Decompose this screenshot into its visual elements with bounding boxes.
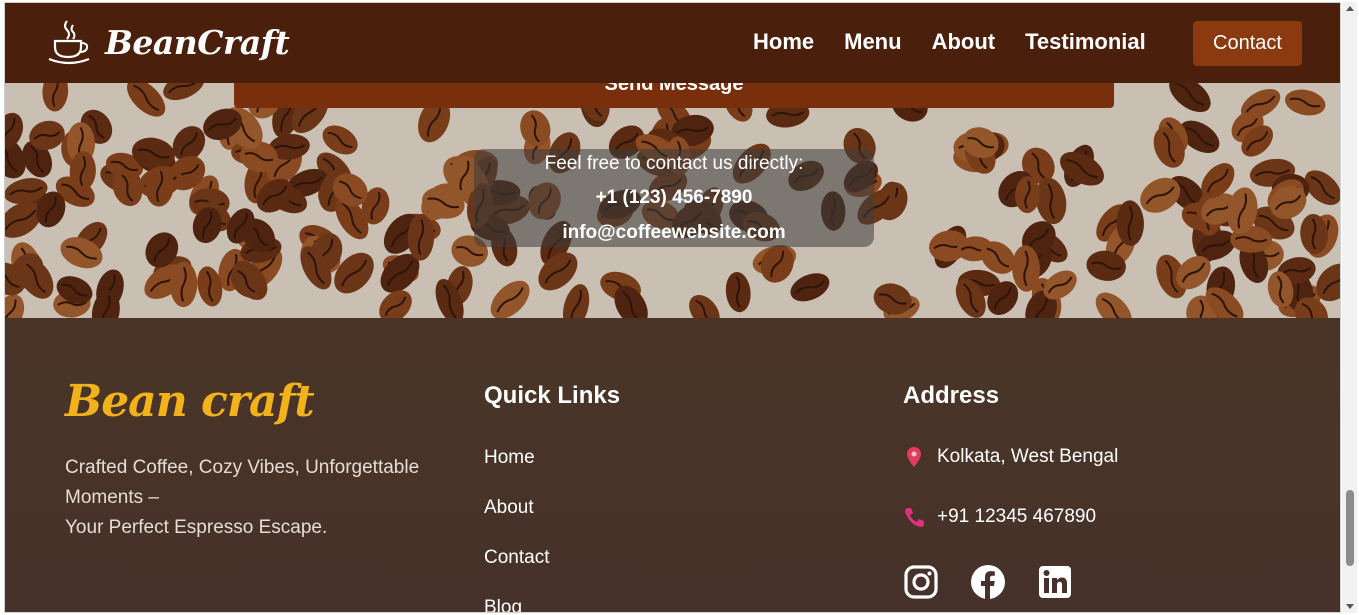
navbar: BeanCraft Home Menu About Testimonial Co… xyxy=(5,3,1340,83)
nav-link-testimonial[interactable]: Testimonial xyxy=(1025,29,1146,55)
vertical-scrollbar[interactable] xyxy=(1342,2,1357,613)
footer-tagline: Crafted Coffee, Cozy Vibes, Unforgettabl… xyxy=(65,453,455,543)
coffee-bean xyxy=(163,83,205,101)
send-message-button[interactable]: Send Message xyxy=(234,83,1114,108)
scrollbar-thumb[interactable] xyxy=(1346,490,1354,566)
facebook-icon[interactable] xyxy=(970,564,1006,600)
address-heading: Address xyxy=(903,382,1000,409)
nav-link-menu[interactable]: Menu xyxy=(844,29,901,55)
address-phone-row: +91 12345 467890 xyxy=(903,506,1096,528)
phone-icon xyxy=(905,508,924,527)
footer-logo: Bean craft xyxy=(65,376,315,427)
coffee-cup-icon xyxy=(48,20,90,65)
nav-link-home[interactable]: Home xyxy=(753,29,814,55)
page-viewport: BeanCraft Home Menu About Testimonial Co… xyxy=(4,2,1341,613)
pin-icon xyxy=(907,447,921,467)
coffee-bean xyxy=(42,83,69,112)
direct-contact-card: Feel free to contact us directly: +1 (12… xyxy=(474,149,874,247)
contact-phone[interactable]: +1 (123) 456-7890 xyxy=(474,187,874,209)
contact-intro: Feel free to contact us directly: xyxy=(544,153,804,174)
coffee-bean xyxy=(490,280,530,318)
footer-link-home[interactable]: Home xyxy=(484,447,535,469)
social-links xyxy=(903,564,1104,600)
tagline-line-1: Crafted Coffee, Cozy Vibes, Unforgettabl… xyxy=(65,457,420,508)
coffee-bean xyxy=(1284,89,1326,116)
contact-email[interactable]: info@coffeewebsite.com xyxy=(474,222,874,244)
address-location: Kolkata, West Bengal xyxy=(937,446,1119,467)
coffee-bean xyxy=(689,295,720,318)
brand[interactable]: BeanCraft xyxy=(47,19,290,65)
tagline-line-2: Your Perfect Espresso Escape. xyxy=(65,517,328,538)
brand-name: BeanCraft xyxy=(105,22,290,62)
coffee-bean xyxy=(725,271,751,313)
coffee-bean xyxy=(1169,83,1211,113)
footer-link-about[interactable]: About xyxy=(484,497,534,519)
scroll-up-icon[interactable] xyxy=(1346,6,1354,11)
nav-link-about[interactable]: About xyxy=(932,29,996,55)
coffee-bean xyxy=(790,273,830,302)
footer-link-contact[interactable]: Contact xyxy=(484,547,549,569)
coffee-bean xyxy=(760,245,794,283)
coffee-bean xyxy=(1095,292,1132,318)
footer: Bean craft Crafted Coffee, Cozy Vibes, U… xyxy=(5,318,1340,612)
coffee-bean xyxy=(562,284,590,318)
scroll-down-icon[interactable] xyxy=(1346,604,1354,609)
contact-hero: Send Message Feel free to contact us dir… xyxy=(5,83,1340,318)
address-phone[interactable]: +91 12345 467890 xyxy=(937,506,1096,528)
footer-link-blog[interactable]: Blog xyxy=(484,597,522,612)
nav-links: Home Menu About Testimonial xyxy=(753,29,1176,55)
address-location-row: Kolkata, West Bengal xyxy=(903,446,1118,468)
instagram-icon[interactable] xyxy=(903,564,939,600)
contact-button[interactable]: Contact xyxy=(1193,21,1302,66)
linkedin-icon[interactable] xyxy=(1037,564,1073,600)
quick-links-heading: Quick Links xyxy=(484,382,621,409)
